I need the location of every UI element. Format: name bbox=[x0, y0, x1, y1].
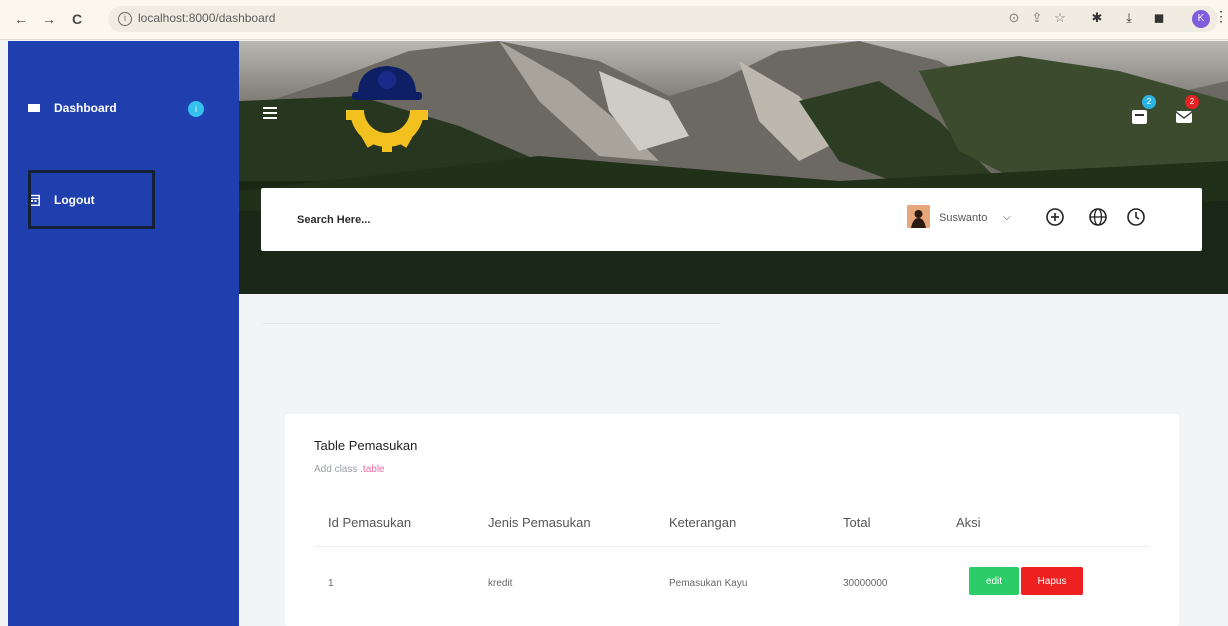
search-input[interactable]: Search Here... bbox=[297, 214, 370, 226]
cell-id: 1 bbox=[328, 578, 334, 589]
table-subtitle: Add class .table bbox=[314, 464, 385, 475]
info-badge: i bbox=[188, 101, 204, 117]
download-icon[interactable]: ⤓ bbox=[1118, 7, 1140, 29]
column-header-jenis: Jenis Pemasukan bbox=[488, 515, 591, 530]
info-icon[interactable]: i bbox=[118, 12, 132, 26]
column-header-aksi: Aksi bbox=[956, 515, 981, 530]
divider bbox=[263, 323, 720, 324]
browser-menu-icon[interactable]: ⋮ bbox=[1214, 8, 1228, 25]
avatar[interactable] bbox=[907, 205, 930, 228]
user-avatar-image bbox=[907, 205, 930, 228]
user-name[interactable]: Suswanto bbox=[939, 212, 987, 224]
google-lens-icon[interactable]: ⊙ bbox=[1003, 7, 1025, 29]
side-panel-icon[interactable]: ◼ bbox=[1148, 7, 1170, 29]
logout-highlight-frame bbox=[28, 170, 155, 229]
subtitle-code: .table bbox=[360, 464, 385, 475]
sidebar: Dashboard i Logout bbox=[8, 41, 239, 626]
table-title: Table Pemasukan bbox=[314, 438, 418, 453]
table-card: Table Pemasukan Add class .table Id Pema… bbox=[285, 414, 1179, 626]
company-logo bbox=[346, 66, 428, 152]
extensions-icon[interactable]: ✱ bbox=[1086, 7, 1108, 29]
add-circle-icon[interactable] bbox=[1045, 207, 1065, 227]
profile-avatar[interactable]: K bbox=[1192, 10, 1210, 28]
cell-keterangan: Pemasukan Kayu bbox=[669, 578, 748, 589]
back-icon[interactable]: ← bbox=[12, 10, 30, 28]
column-header-total: Total bbox=[843, 515, 871, 530]
reload-icon[interactable]: C bbox=[68, 10, 86, 28]
dashboard-icon bbox=[28, 104, 40, 112]
column-header-keterangan: Keterangan bbox=[669, 515, 737, 530]
cell-total: 30000000 bbox=[843, 578, 888, 589]
sidebar-item-label: Dashboard bbox=[54, 101, 117, 115]
chevron-down-icon[interactable]: ⌵ bbox=[1003, 212, 1011, 223]
delete-button[interactable]: Hapus bbox=[1021, 567, 1083, 595]
forward-icon[interactable]: → bbox=[40, 10, 58, 28]
clock-icon[interactable] bbox=[1126, 207, 1146, 227]
bookmark-star-icon[interactable]: ☆ bbox=[1049, 7, 1071, 29]
notification-count-badge: 2 bbox=[1142, 95, 1156, 109]
subtitle-text: Add class bbox=[314, 464, 358, 475]
table-header-divider bbox=[314, 546, 1150, 547]
message-count-badge: 2 bbox=[1185, 95, 1199, 109]
share-icon[interactable]: ⇪ bbox=[1026, 7, 1048, 29]
globe-icon[interactable] bbox=[1088, 207, 1108, 227]
url-text: localhost:8000/dashboard bbox=[138, 11, 276, 25]
sidebar-item-dashboard[interactable]: Dashboard bbox=[28, 95, 117, 121]
hamburger-menu-icon[interactable] bbox=[263, 107, 277, 119]
column-header-id: Id Pemasukan bbox=[328, 515, 412, 530]
browser-toolbar: ← → C i localhost:8000/dashboard ⊙ ⇪ ☆ ✱… bbox=[0, 0, 1228, 40]
edit-button[interactable]: edit bbox=[969, 567, 1019, 595]
cell-jenis: kredit bbox=[488, 578, 513, 589]
top-search-bar: Search Here... Suswanto ⌵ bbox=[261, 188, 1202, 251]
